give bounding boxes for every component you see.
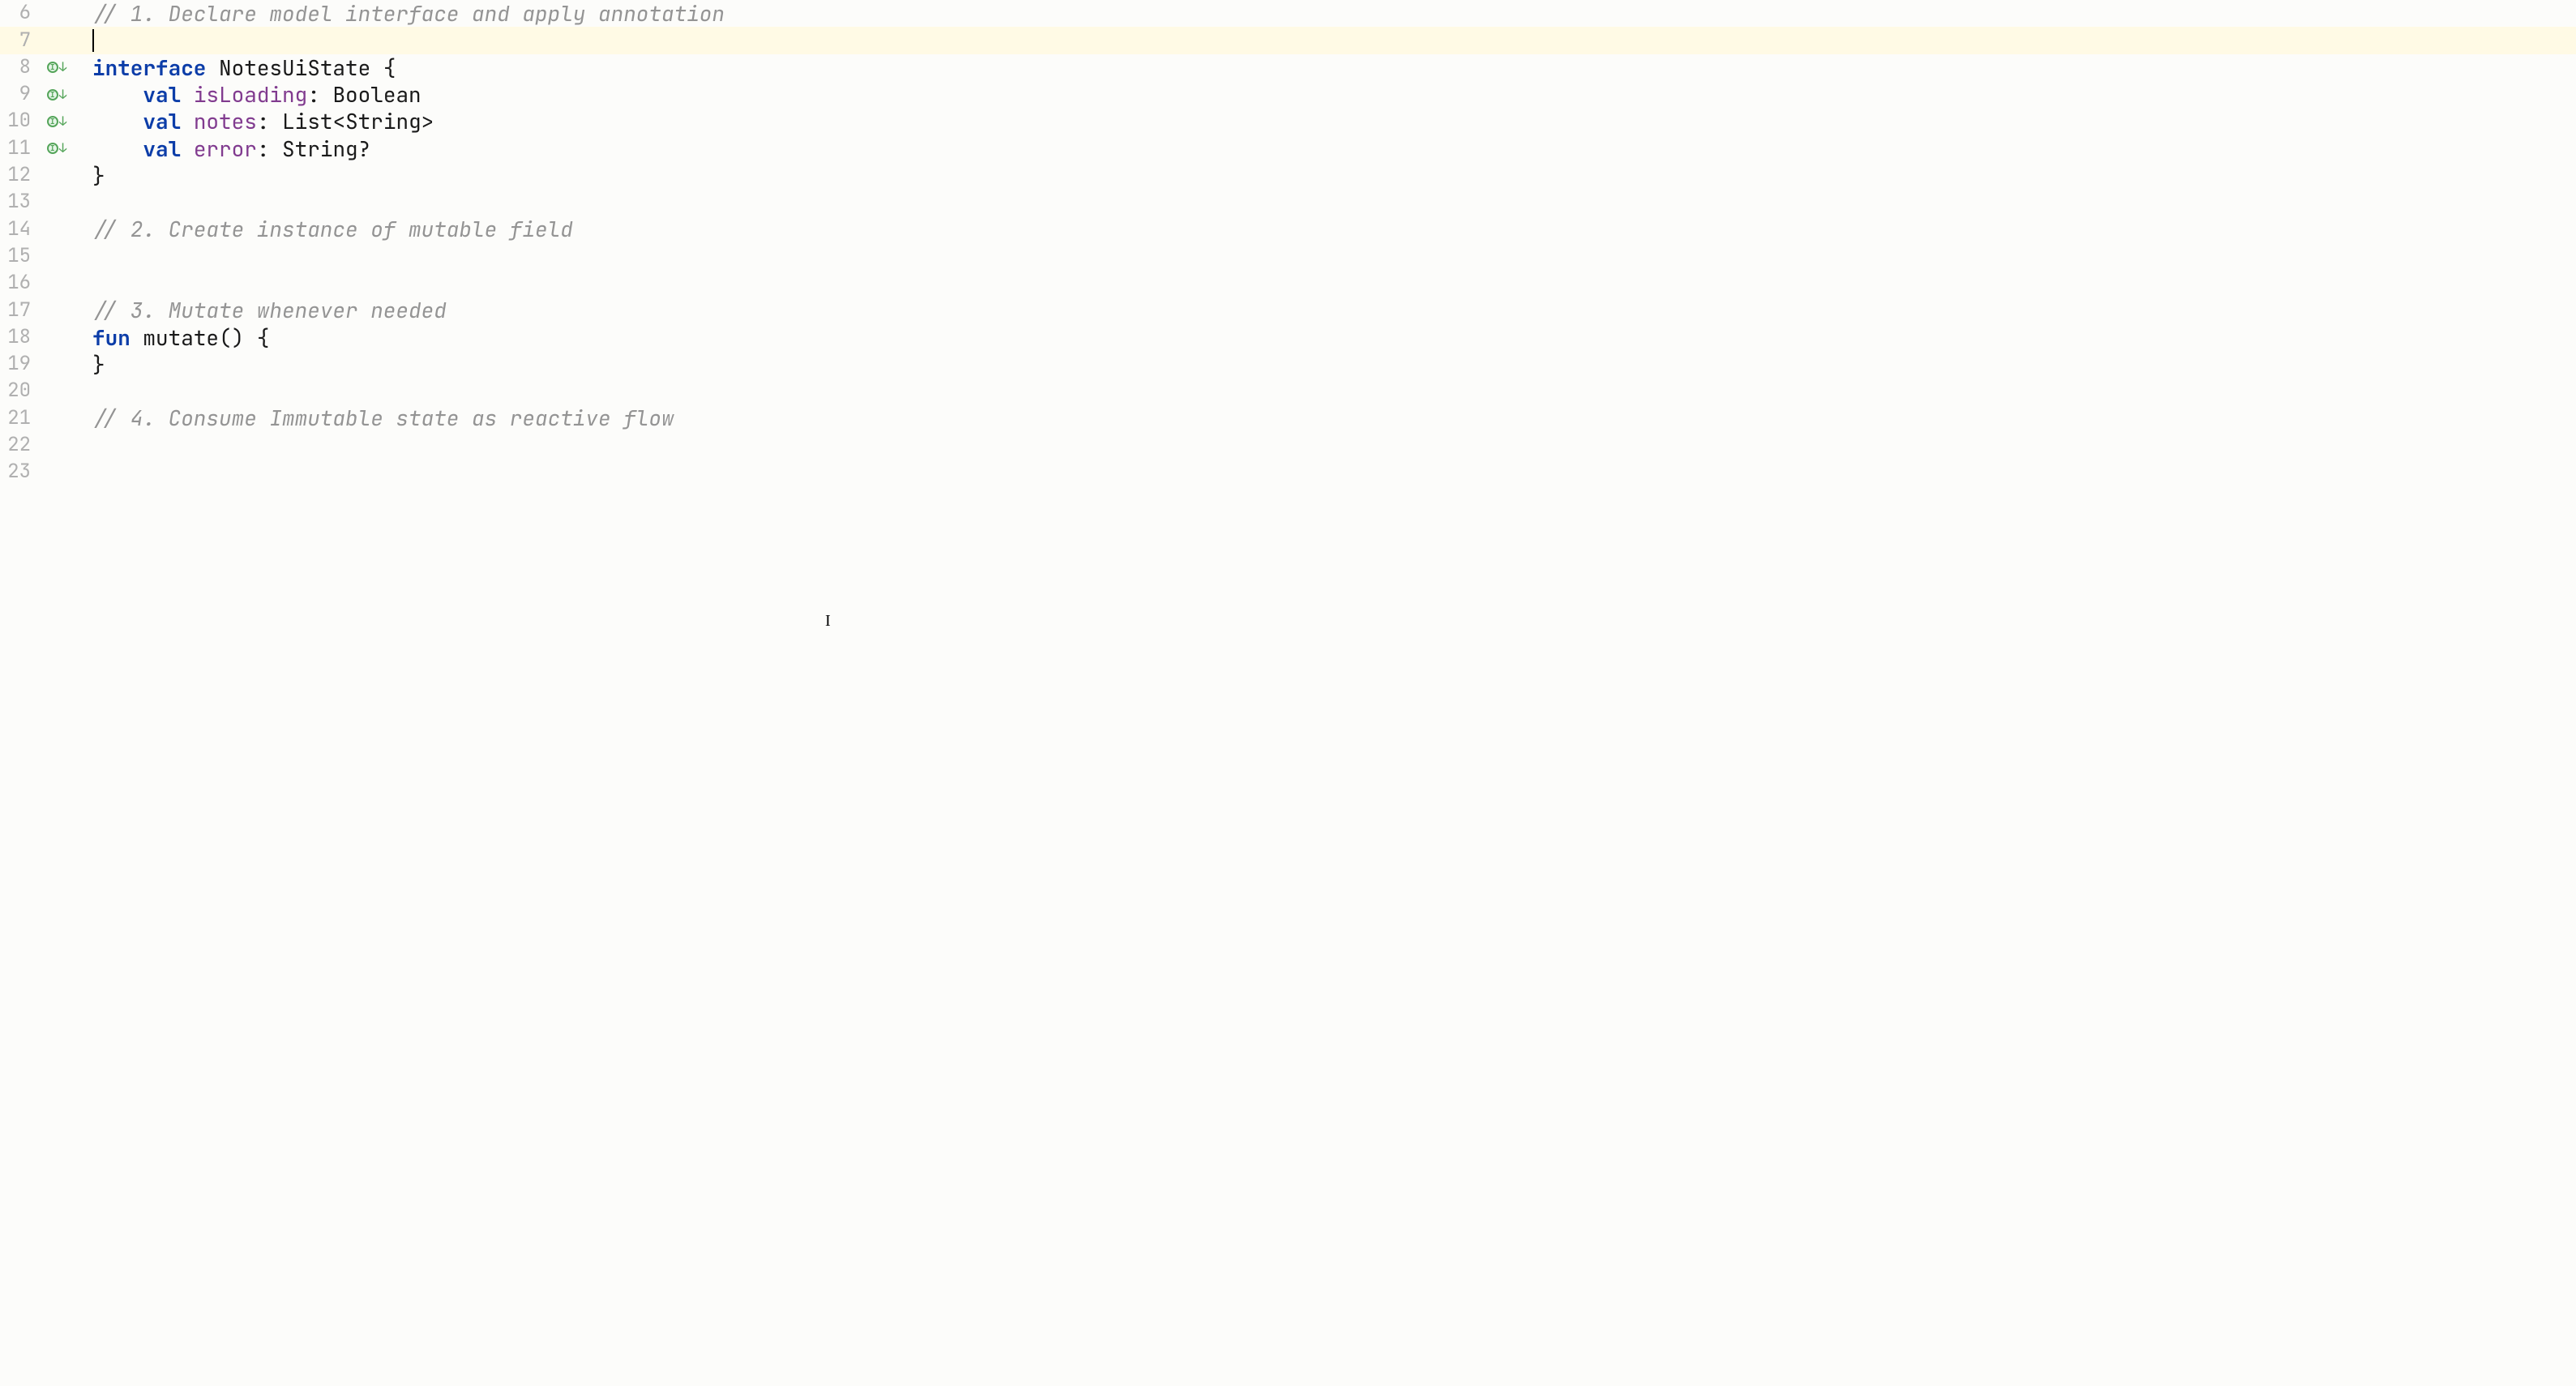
token-builtin: List: [282, 107, 332, 135]
token-punc: [181, 135, 194, 163]
token-punc: {: [370, 53, 396, 82]
code-line[interactable]: 12}: [0, 162, 2576, 189]
code-line[interactable]: 17 // 3. Mutate whenever needed: [0, 297, 2576, 323]
gutter-icon-cell[interactable]: I↓: [39, 142, 75, 155]
code-content[interactable]: }: [75, 162, 105, 189]
code-line[interactable]: 15: [0, 243, 2576, 270]
token-kw: fun: [92, 323, 131, 352]
line-number: 21: [0, 406, 39, 431]
token-kw: val: [143, 107, 181, 135]
line-number: 13: [0, 190, 39, 215]
code-line[interactable]: 14 // 2. Create instance of mutable field: [0, 216, 2576, 242]
code-line[interactable]: 13: [0, 189, 2576, 216]
token-kw: interface: [92, 53, 206, 82]
code-content[interactable]: // 3. Mutate whenever needed: [75, 297, 447, 323]
code-line[interactable]: 6 // 1. Declare model interface and apply…: [0, 0, 2576, 27]
token-punc: }: [92, 350, 105, 379]
code-line[interactable]: 22: [0, 432, 2576, 459]
token-punc: >: [421, 107, 434, 135]
code-line[interactable]: 23: [0, 459, 2576, 486]
code-content[interactable]: interface NotesUiState {: [75, 54, 396, 81]
token-prop: notes: [194, 107, 257, 135]
line-number: 19: [0, 352, 39, 377]
line-number: 15: [0, 244, 39, 269]
implemented-icon[interactable]: I: [47, 143, 58, 154]
code-line[interactable]: 11I↓ val error: String?: [0, 135, 2576, 161]
text-caret: [92, 29, 94, 52]
token-comment: // 1. Declare model interface and apply …: [92, 0, 725, 28]
line-number: 22: [0, 433, 39, 458]
token-punc: <: [332, 107, 345, 135]
code-content[interactable]: // 2. Create instance of mutable field: [75, 216, 573, 242]
token-punc: :: [307, 80, 332, 109]
token-fn-name: mutate: [143, 323, 219, 352]
code-content[interactable]: val notes: List<String>: [75, 108, 434, 135]
implemented-icon[interactable]: I: [47, 89, 58, 101]
down-arrow-icon: ↓: [59, 88, 67, 101]
line-number: 6: [0, 1, 39, 26]
token-comment: // 4. Consume Immutable state as reactiv…: [92, 404, 674, 432]
token-punc: [181, 80, 194, 109]
token-comment: // 3. Mutate whenever needed: [92, 296, 447, 324]
code-content[interactable]: [75, 27, 94, 53]
implemented-icon[interactable]: I: [47, 116, 58, 127]
token-punc: [92, 107, 143, 135]
code-line[interactable]: 19}: [0, 351, 2576, 378]
code-content[interactable]: // 4. Consume Immutable state as reactiv…: [75, 404, 674, 431]
code-line[interactable]: 10I↓ val notes: List<String>: [0, 108, 2576, 135]
token-prop: isLoading: [194, 80, 307, 109]
code-line[interactable]: 21 // 4. Consume Immutable state as react…: [0, 404, 2576, 431]
gutter-icon-cell[interactable]: I↓: [39, 88, 75, 101]
token-punc: [131, 323, 143, 352]
text-cursor-icon: I: [825, 611, 831, 632]
line-number: 11: [0, 136, 39, 161]
token-builtin: Boolean: [332, 80, 421, 109]
line-number: 7: [0, 28, 39, 53]
token-builtin: String: [345, 107, 421, 135]
gutter-icon-cell[interactable]: I↓: [39, 115, 75, 128]
code-line[interactable]: 18 fun mutate() {: [0, 324, 2576, 351]
token-punc: [181, 107, 194, 135]
line-number: 17: [0, 298, 39, 323]
token-punc: :: [257, 107, 282, 135]
code-line[interactable]: 7: [0, 27, 2576, 53]
token-punc: [206, 53, 219, 82]
line-number: 9: [0, 82, 39, 107]
token-punc: [92, 80, 143, 109]
line-number: 14: [0, 217, 39, 242]
token-punc: ?: [358, 135, 371, 163]
line-number: 20: [0, 379, 39, 404]
line-number: 12: [0, 163, 39, 188]
code-content[interactable]: val isLoading: Boolean: [75, 81, 421, 108]
code-content[interactable]: val error: String?: [75, 135, 370, 162]
token-punc: }: [92, 161, 105, 190]
token-punc: [92, 135, 143, 163]
line-number: 23: [0, 460, 39, 485]
line-number: 18: [0, 325, 39, 350]
implemented-icon[interactable]: I: [47, 62, 58, 73]
code-content[interactable]: fun mutate() {: [75, 324, 269, 351]
code-content[interactable]: // 1. Declare model interface and apply …: [75, 0, 725, 27]
code-line[interactable]: 8I↓interface NotesUiState {: [0, 54, 2576, 81]
down-arrow-icon: ↓: [59, 142, 67, 155]
code-content[interactable]: }: [75, 351, 105, 378]
code-line[interactable]: 20: [0, 378, 2576, 404]
token-prop: error: [194, 135, 257, 163]
down-arrow-icon: ↓: [59, 61, 67, 74]
code-line[interactable]: 9I↓ val isLoading: Boolean: [0, 81, 2576, 108]
token-typ: NotesUiState: [219, 53, 370, 82]
code-editor[interactable]: 6 // 1. Declare model interface and apply…: [0, 0, 2576, 486]
line-number: 10: [0, 109, 39, 134]
token-kw: val: [143, 135, 181, 163]
down-arrow-icon: ↓: [59, 115, 67, 128]
token-kw: val: [143, 80, 181, 109]
token-punc: :: [257, 135, 282, 163]
token-punc: () {: [219, 323, 269, 352]
line-number: 16: [0, 271, 39, 296]
gutter-icon-cell[interactable]: I↓: [39, 61, 75, 74]
token-comment: // 2. Create instance of mutable field: [92, 215, 573, 243]
code-line[interactable]: 16: [0, 270, 2576, 297]
token-builtin: String: [282, 135, 358, 163]
line-number: 8: [0, 55, 39, 80]
